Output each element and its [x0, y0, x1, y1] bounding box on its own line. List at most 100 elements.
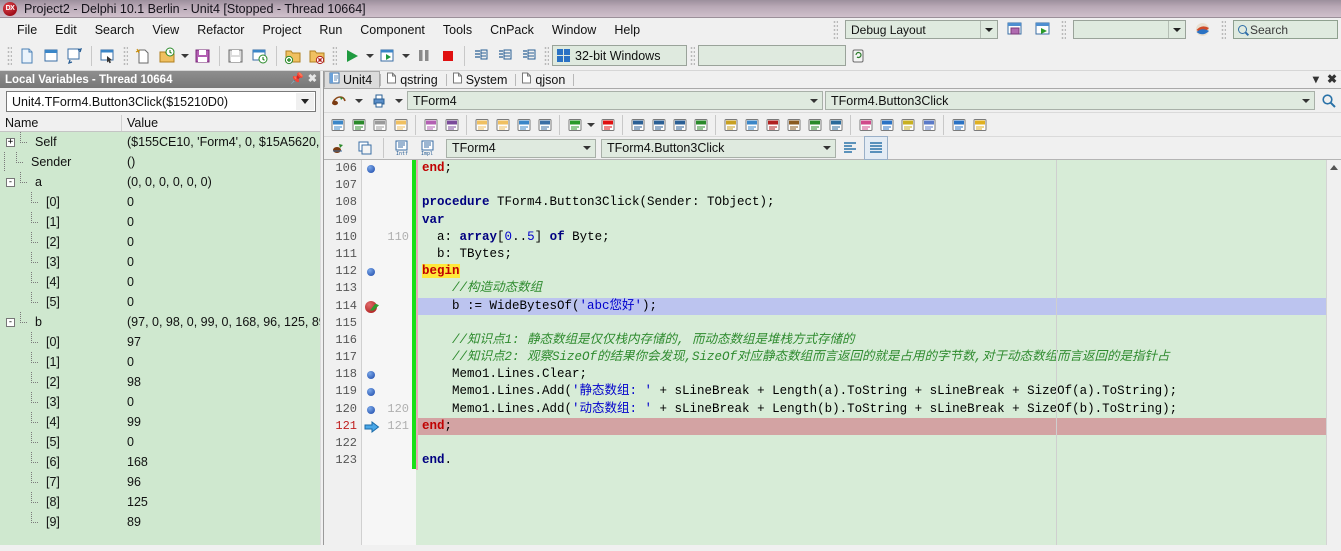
code-line[interactable]: Memo1.Lines.Add('静态数组: ' + sLineBreak + … — [416, 383, 1326, 400]
run-app-icon[interactable] — [564, 114, 585, 135]
toolbar-grip-desktop[interactable] — [123, 45, 128, 66]
remove-file-icon[interactable] — [492, 114, 513, 135]
code-line[interactable]: //知识点2: 观察SizeOf的结果你会发现,SizeOf对应静态数组而言返回… — [416, 349, 1326, 366]
stop-app-icon[interactable] — [597, 114, 618, 135]
code-line[interactable]: end. — [416, 452, 1326, 469]
toolbar-grip-standard[interactable] — [7, 45, 12, 66]
column-header-value[interactable]: Value — [122, 115, 320, 131]
locals-row[interactable]: [4] 99 — [0, 412, 320, 432]
code-line[interactable]: a: array[0..5] of Byte; — [416, 229, 1326, 246]
code-line[interactable]: Memo1.Lines.Clear; — [416, 366, 1326, 383]
locals-row[interactable]: [8] 125 — [0, 492, 320, 512]
gutter-marker-slot[interactable] — [362, 435, 384, 452]
gutter-marker-slot[interactable] — [362, 194, 384, 211]
gutter-marker-slot[interactable] — [362, 229, 384, 246]
locals-row[interactable]: [4] 0 — [0, 272, 320, 292]
code-line[interactable]: end; — [416, 160, 1326, 177]
color-picker-icon[interactable] — [855, 114, 876, 135]
code-line[interactable]: //构造动态数组 — [416, 280, 1326, 297]
locals-row[interactable]: [1] 0 — [0, 352, 320, 372]
chevron-down-icon[interactable] — [353, 90, 365, 112]
editor-tab-qjson[interactable]: qjson — [516, 71, 573, 88]
invalid-breakpoint-icon[interactable] — [365, 300, 377, 313]
align-justify-icon[interactable] — [864, 136, 888, 160]
code-line[interactable]: var — [416, 212, 1326, 229]
chevron-down-icon[interactable]: ▾ — [1313, 72, 1319, 86]
open-project-icon[interactable] — [63, 44, 87, 68]
close-icon[interactable]: ✖ — [308, 74, 317, 85]
gutter-marker-slot[interactable] — [362, 246, 384, 263]
gutter-marker-slot[interactable] — [362, 212, 384, 229]
chevron-down-icon[interactable] — [980, 21, 997, 38]
code-line[interactable]: Memo1.Lines.Add('动态数组: ' + sLineBreak + … — [416, 401, 1326, 418]
chevron-down-icon[interactable] — [585, 114, 597, 136]
toolbar-grip-3[interactable] — [1221, 19, 1226, 40]
open-recent-icon[interactable] — [155, 44, 179, 68]
align-tool-icon[interactable] — [897, 114, 918, 135]
menu-item-file[interactable]: File — [8, 21, 46, 39]
toolbar-grip[interactable] — [833, 19, 838, 40]
collapse-icon[interactable]: - — [6, 177, 15, 187]
chevron-down-icon[interactable] — [821, 140, 833, 157]
chevron-down-icon[interactable] — [179, 45, 191, 67]
chevron-down-icon[interactable] — [1300, 92, 1312, 109]
menu-item-view[interactable]: View — [143, 21, 188, 39]
locals-tree[interactable]: + Self ($155CE10, 'Form4', 0, $15A5620, ni… — [0, 132, 320, 545]
view-unit-icon[interactable] — [96, 44, 120, 68]
code-text-area[interactable]: end; procedure TForm4.Button3Click(Sender… — [416, 160, 1326, 545]
code-line[interactable]: end; — [416, 417, 1326, 435]
gutter-marker-slot[interactable] — [362, 177, 384, 194]
gutter-marker-slot[interactable] — [362, 366, 384, 383]
menu-item-project[interactable]: Project — [253, 21, 310, 39]
run-to-cursor-icon[interactable] — [690, 114, 711, 135]
locals-row[interactable]: [3] 0 — [0, 252, 320, 272]
editor-tab-qstring[interactable]: qstring — [381, 71, 446, 88]
column-header-name[interactable]: Name — [0, 115, 122, 131]
gutter-marker-slot[interactable] — [362, 298, 384, 315]
step-out2-icon[interactable] — [669, 114, 690, 135]
editor-tab-unit4[interactable]: Unit4 — [324, 71, 381, 88]
interface-nav-icon[interactable]: Intf — [390, 136, 414, 160]
new-file-icon[interactable] — [15, 44, 39, 68]
code-line[interactable]: b: TBytes; — [416, 246, 1326, 263]
source-wizard-icon[interactable] — [720, 114, 741, 135]
gutter-marker-slot[interactable] — [362, 349, 384, 366]
line-number-gutter[interactable]: 106 107 108 109 110 111 112 113 114 115 116 117 118 1… — [324, 160, 362, 545]
swap-unit-icon[interactable] — [353, 136, 377, 160]
open-file-icon[interactable] — [39, 44, 63, 68]
gutter-marker-slot[interactable] — [362, 383, 384, 400]
locals-row[interactable]: [5] 0 — [0, 432, 320, 452]
save-as-icon[interactable] — [441, 114, 462, 135]
gutter-marker-slot[interactable] — [362, 263, 384, 280]
trace-into2-icon[interactable] — [648, 114, 669, 135]
scroll-up-icon[interactable] — [1327, 160, 1341, 175]
menu-item-refactor[interactable]: Refactor — [188, 21, 253, 39]
toolbar-grip-2[interactable] — [1061, 19, 1066, 40]
locals-row[interactable]: [1] 0 — [0, 212, 320, 232]
remove-from-project-icon[interactable] — [305, 44, 329, 68]
gutter-marker-slot[interactable] — [362, 332, 384, 349]
unit-convert-icon[interactable] — [825, 114, 846, 135]
toolbar-grip-config[interactable] — [690, 45, 695, 66]
code-explorer-icon[interactable] — [327, 89, 351, 113]
code-line[interactable]: //知识点1: 静态数组是仅仅栈内存储的, 而动态数组是堆栈方式存储的 — [416, 332, 1326, 349]
chevron-down-icon[interactable] — [364, 45, 376, 67]
editor-vertical-scrollbar[interactable] — [1326, 160, 1341, 545]
refresh-config-icon[interactable] — [846, 44, 870, 68]
chevron-down-icon[interactable] — [296, 93, 314, 110]
locals-row[interactable]: [2] 0 — [0, 232, 320, 252]
run-without-debugging-icon[interactable] — [376, 44, 400, 68]
locals-row[interactable]: [0] 0 — [0, 192, 320, 212]
code-line[interactable]: b := WideBytesOf('abc您好'); — [416, 297, 1326, 315]
menu-item-component[interactable]: Component — [351, 21, 434, 39]
step-over2-icon[interactable] — [627, 114, 648, 135]
save-icon[interactable] — [191, 44, 215, 68]
gutter-marker-slot[interactable] — [362, 280, 384, 297]
save-layout-button[interactable] — [1002, 18, 1026, 42]
menu-item-help[interactable]: Help — [605, 21, 649, 39]
add-to-project-icon[interactable] — [281, 44, 305, 68]
chevron-down-icon[interactable] — [581, 140, 593, 157]
editor-tab-system[interactable]: System — [447, 71, 516, 88]
scope-combo[interactable]: Unit4.TForm4.Button3Click($15210D0) — [6, 91, 316, 112]
help2-icon[interactable] — [948, 114, 969, 135]
